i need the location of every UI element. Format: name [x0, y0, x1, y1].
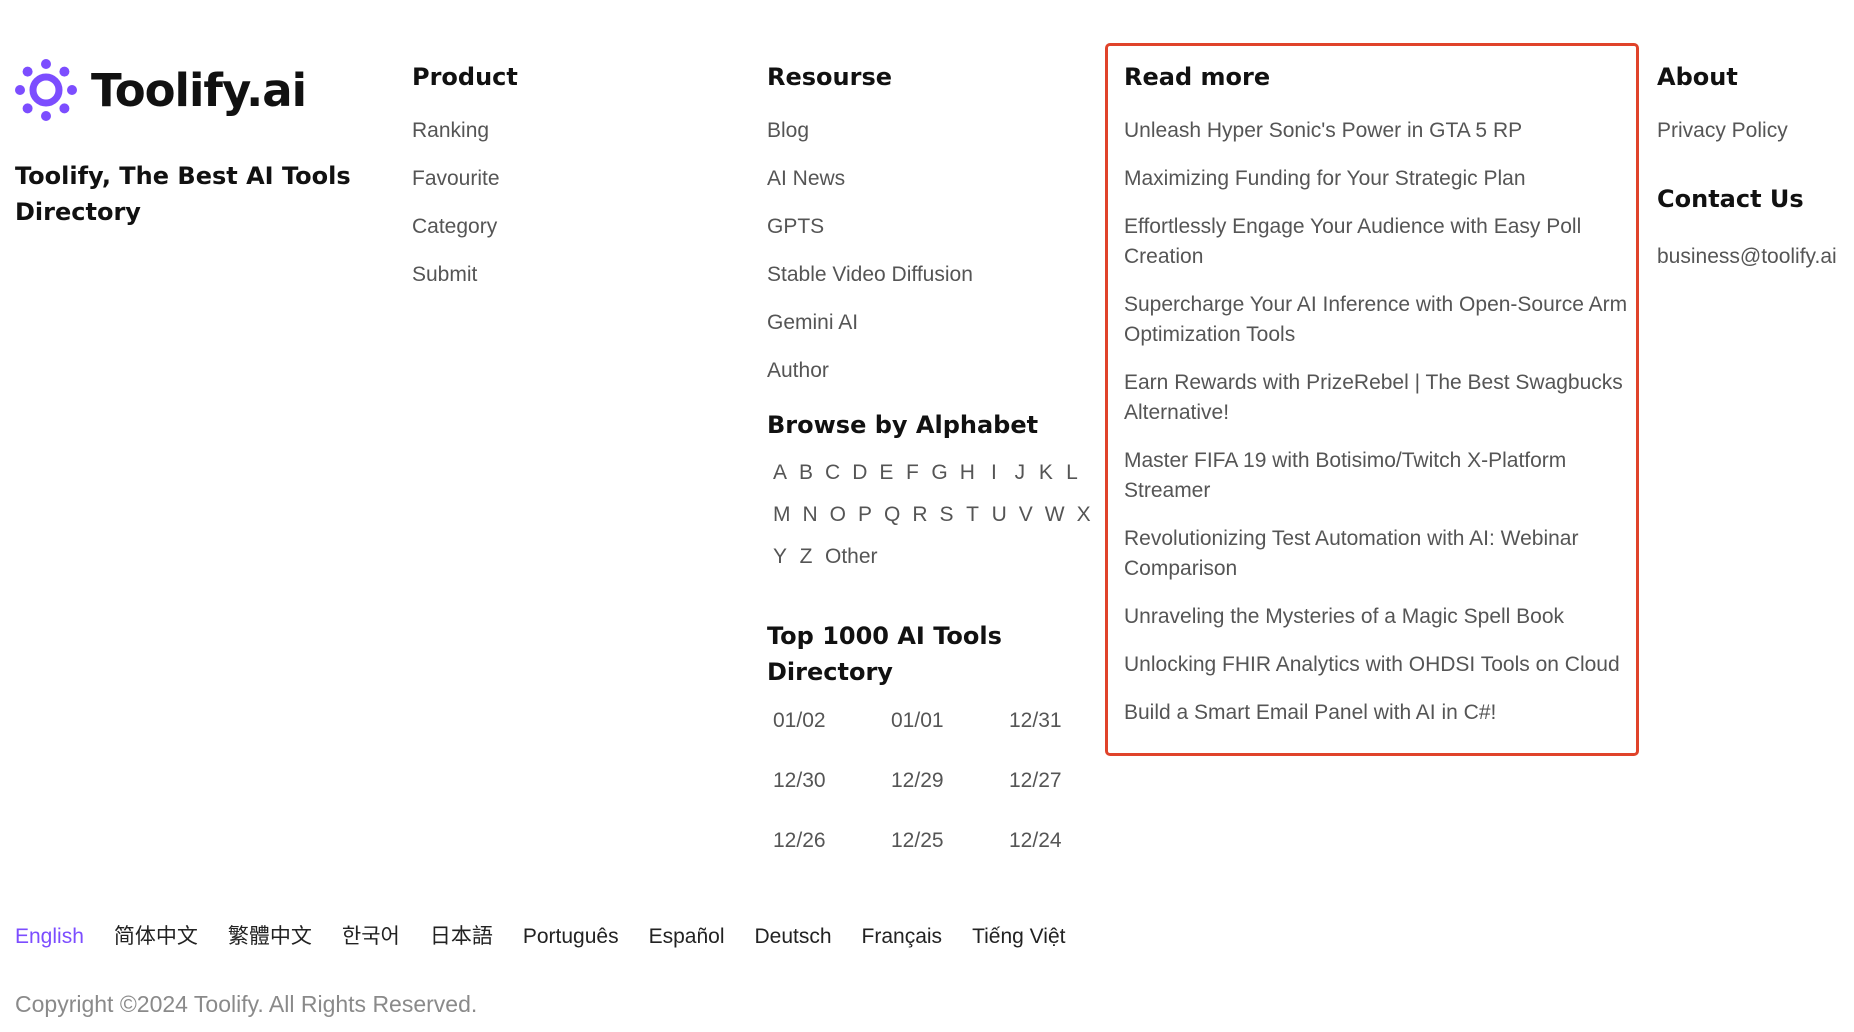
alphabet-link-i[interactable]: I [981, 460, 1007, 486]
alphabet-link-v[interactable]: V [1013, 502, 1039, 528]
alphabet-link-a[interactable]: A [767, 460, 793, 486]
top1000-date-link[interactable]: 12/25 [891, 828, 1009, 854]
alphabet-link-j[interactable]: J [1007, 460, 1033, 486]
brand-block: Toolify.ai Toolify, The Best AI Tools Di… [15, 58, 375, 230]
alphabet-link-o[interactable]: O [824, 502, 852, 528]
alphabet-link-c[interactable]: C [819, 460, 846, 486]
resource-link-author[interactable]: Author [767, 358, 1107, 384]
product-link-ranking[interactable]: Ranking [412, 118, 712, 144]
alphabet-link-r[interactable]: R [906, 502, 933, 528]
top1000-heading: Top 1000 AI Tools Directory [767, 622, 1002, 686]
product-heading: Product [412, 63, 518, 91]
resource-link-blog[interactable]: Blog [767, 118, 1107, 144]
resource-links: Blog AI News GPTS Stable Video Diffusion… [767, 118, 1107, 384]
toolify-logo-icon [15, 59, 77, 121]
language-switcher: English 简体中文 繁體中文 한국어 日本語 Português Espa… [15, 923, 1065, 951]
readmore-link[interactable]: Effortlessly Engage Your Audience with E… [1124, 212, 1644, 272]
alphabet-heading: Browse by Alphabet [767, 411, 1039, 439]
readmore-column: Read more Unleash Hyper Sonic's Power in… [1124, 62, 1644, 746]
alphabet-link-u[interactable]: U [986, 502, 1013, 528]
top1000-date-link[interactable]: 12/29 [891, 768, 1009, 794]
alphabet-grid: A B C D E F G H I J K L M N O P Q R S T … [767, 460, 1097, 570]
logo-link[interactable]: Toolify.ai [15, 58, 375, 122]
language-option-japanese[interactable]: 日本語 [430, 923, 493, 951]
product-link-submit[interactable]: Submit [412, 262, 712, 288]
language-option-simplified-chinese[interactable]: 简体中文 [114, 923, 198, 951]
readmore-link[interactable]: Unraveling the Mysteries of a Magic Spel… [1124, 602, 1644, 632]
alphabet-link-h[interactable]: H [954, 460, 981, 486]
about-links: Privacy Policy [1657, 118, 1854, 144]
alphabet-link-p[interactable]: P [852, 502, 878, 528]
alphabet-link-l[interactable]: L [1059, 460, 1085, 486]
resource-heading: Resourse [767, 63, 893, 91]
top1000-date-link[interactable]: 01/02 [773, 708, 891, 734]
resource-link-gemini-ai[interactable]: Gemini AI [767, 310, 1107, 336]
readmore-link[interactable]: Earn Rewards with PrizeRebel | The Best … [1124, 368, 1644, 428]
top1000-date-link[interactable]: 01/01 [891, 708, 1009, 734]
language-option-english[interactable]: English [15, 923, 84, 951]
brand-name: Toolify.ai [91, 63, 307, 117]
alphabet-link-g[interactable]: G [925, 460, 953, 486]
resource-column: Resourse Blog AI News GPTS Stable Video … [767, 62, 1107, 854]
product-column: Product Ranking Favourite Category Submi… [412, 62, 712, 310]
readmore-link[interactable]: Maximizing Funding for Your Strategic Pl… [1124, 164, 1644, 194]
alphabet-link-z[interactable]: Z [793, 544, 819, 570]
top1000-date-link[interactable]: 12/26 [773, 828, 891, 854]
resource-link-stable-video-diffusion[interactable]: Stable Video Diffusion [767, 262, 1107, 288]
language-option-traditional-chinese[interactable]: 繁體中文 [228, 923, 312, 951]
top1000-date-link[interactable]: 12/24 [1009, 828, 1127, 854]
readmore-link[interactable]: Unleash Hyper Sonic's Power in GTA 5 RP [1124, 116, 1644, 146]
contact-email-link[interactable]: business@toolify.ai [1657, 244, 1854, 270]
alphabet-link-k[interactable]: K [1033, 460, 1059, 486]
about-column: About Privacy Policy Contact Us business… [1657, 62, 1854, 270]
about-heading: About [1657, 63, 1738, 91]
alphabet-link-s[interactable]: S [934, 502, 960, 528]
alphabet-link-q[interactable]: Q [878, 502, 906, 528]
alphabet-link-x[interactable]: X [1071, 502, 1097, 528]
alphabet-link-m[interactable]: M [767, 502, 797, 528]
readmore-link[interactable]: Unlocking FHIR Analytics with OHDSI Tool… [1124, 650, 1644, 680]
readmore-heading: Read more [1124, 63, 1271, 91]
product-link-category[interactable]: Category [412, 214, 712, 240]
copyright-text: Copyright ©2024 Toolify. All Rights Rese… [15, 991, 478, 1017]
alphabet-link-w[interactable]: W [1039, 502, 1071, 528]
contact-heading: Contact Us [1657, 185, 1804, 213]
language-option-german[interactable]: Deutsch [754, 923, 831, 951]
resource-link-gpts[interactable]: GPTS [767, 214, 1107, 240]
alphabet-link-other[interactable]: Other [819, 544, 884, 570]
readmore-link[interactable]: Master FIFA 19 with Botisimo/Twitch X-Pl… [1124, 446, 1644, 506]
readmore-link[interactable]: Supercharge Your AI Inference with Open-… [1124, 290, 1644, 350]
alphabet-link-d[interactable]: D [846, 460, 873, 486]
alphabet-link-b[interactable]: B [793, 460, 819, 486]
top1000-date-link[interactable]: 12/30 [773, 768, 891, 794]
language-option-french[interactable]: Français [862, 923, 943, 951]
alphabet-link-e[interactable]: E [873, 460, 899, 486]
brand-tagline: Toolify, The Best AI Tools Directory [15, 162, 351, 226]
privacy-policy-link[interactable]: Privacy Policy [1657, 118, 1854, 144]
top1000-date-link[interactable]: 12/27 [1009, 768, 1127, 794]
product-links: Ranking Favourite Category Submit [412, 118, 712, 288]
language-option-spanish[interactable]: Español [649, 923, 725, 951]
alphabet-link-n[interactable]: N [797, 502, 824, 528]
alphabet-link-y[interactable]: Y [767, 544, 793, 570]
readmore-link[interactable]: Build a Smart Email Panel with AI in C#! [1124, 698, 1644, 728]
language-option-vietnamese[interactable]: Tiếng Việt [972, 923, 1065, 951]
product-link-favourite[interactable]: Favourite [412, 166, 712, 192]
resource-link-ai-news[interactable]: AI News [767, 166, 1107, 192]
language-option-portuguese[interactable]: Português [523, 923, 619, 951]
language-option-korean[interactable]: 한국어 [342, 923, 400, 951]
site-footer: Toolify.ai Toolify, The Best AI Tools Di… [0, 0, 1854, 1032]
readmore-links: Unleash Hyper Sonic's Power in GTA 5 RP … [1124, 116, 1644, 728]
alphabet-link-t[interactable]: T [960, 502, 986, 528]
readmore-link[interactable]: Revolutionizing Test Automation with AI:… [1124, 524, 1644, 584]
top1000-date-grid: 01/02 01/01 12/31 12/30 12/29 12/27 12/2… [767, 708, 1107, 854]
alphabet-link-f[interactable]: F [899, 460, 925, 486]
